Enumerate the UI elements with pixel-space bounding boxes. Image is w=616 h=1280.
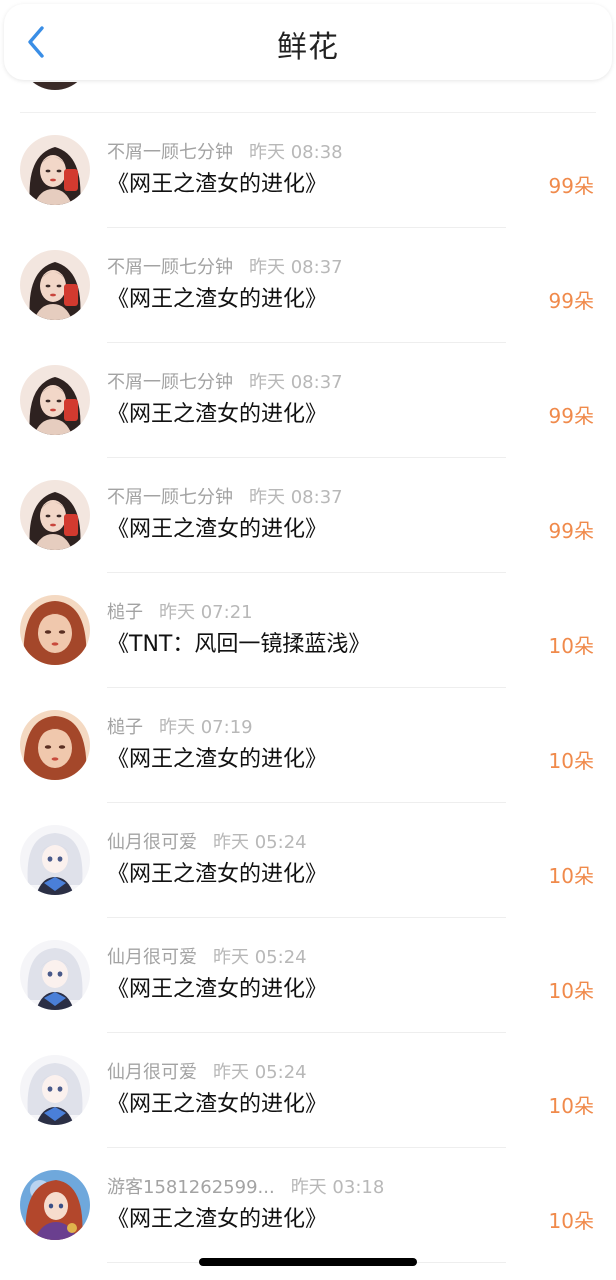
username: 槌子 bbox=[107, 717, 143, 738]
record-meta: 不屑一顾七分钟 昨天 08:37 bbox=[107, 371, 343, 395]
home-indicator bbox=[199, 1258, 417, 1266]
partial-list-item bbox=[0, 82, 616, 113]
list-item[interactable]: 不屑一顾七分钟 昨天 08:37 《网王之渣女的进化》 99朵 bbox=[0, 458, 616, 573]
list-item[interactable]: 槌子 昨天 07:21 《TNT：风回一镜揉蓝浅》 10朵 bbox=[0, 573, 616, 688]
username: 仙月很可爱 bbox=[107, 832, 197, 853]
username: 不屑一顾七分钟 bbox=[107, 142, 233, 163]
avatar[interactable] bbox=[20, 365, 90, 435]
record-meta: 槌子 昨天 07:21 bbox=[107, 601, 253, 625]
username: 不屑一顾七分钟 bbox=[107, 487, 233, 508]
book-title: 《网王之渣女的进化》 bbox=[107, 862, 328, 887]
flower-count: 10朵 bbox=[548, 1094, 594, 1118]
record-meta: 不屑一顾七分钟 昨天 08:38 bbox=[107, 141, 343, 165]
flower-count: 10朵 bbox=[548, 1209, 594, 1233]
book-title: 《网王之渣女的进化》 bbox=[107, 747, 328, 772]
timestamp: 昨天 08:37 bbox=[249, 257, 343, 278]
list-item[interactable]: 槌子 昨天 07:19 《网王之渣女的进化》 10朵 bbox=[0, 688, 616, 803]
records-list[interactable]: 不屑一顾七分钟 昨天 08:38 《网王之渣女的进化》 99朵 不屑一顾七分钟 昨天 08… bbox=[0, 82, 616, 1280]
timestamp: 昨天 05:24 bbox=[213, 947, 307, 968]
record-meta: 槌子 昨天 07:19 bbox=[107, 716, 253, 740]
timestamp: 昨天 05:24 bbox=[213, 832, 307, 853]
timestamp: 昨天 08:37 bbox=[249, 372, 343, 393]
record-meta: 游客1581262599... 昨天 03:18 bbox=[107, 1176, 384, 1200]
username: 不屑一顾七分钟 bbox=[107, 372, 233, 393]
flower-count: 99朵 bbox=[548, 404, 594, 428]
book-title: 《网王之渣女的进化》 bbox=[107, 517, 328, 542]
record-meta: 仙月很可爱 昨天 05:24 bbox=[107, 1061, 307, 1085]
avatar[interactable] bbox=[20, 1055, 90, 1125]
username: 槌子 bbox=[107, 602, 143, 623]
book-title: 《网王之渣女的进化》 bbox=[107, 1092, 328, 1117]
timestamp: 昨天 08:38 bbox=[249, 142, 343, 163]
timestamp: 昨天 07:19 bbox=[159, 717, 253, 738]
record-meta: 仙月很可爱 昨天 05:24 bbox=[107, 831, 307, 855]
avatar[interactable] bbox=[20, 480, 90, 550]
nav-header: 鲜花 bbox=[4, 4, 612, 80]
flower-count: 99朵 bbox=[548, 289, 594, 313]
flower-count: 10朵 bbox=[548, 634, 594, 658]
avatar[interactable] bbox=[20, 135, 90, 205]
flower-count: 99朵 bbox=[548, 519, 594, 543]
flower-count: 99朵 bbox=[548, 174, 594, 198]
page-title: 鲜花 bbox=[277, 30, 339, 65]
list-item[interactable]: 不屑一顾七分钟 昨天 08:37 《网王之渣女的进化》 99朵 bbox=[0, 228, 616, 343]
avatar[interactable] bbox=[20, 250, 90, 320]
list-item[interactable]: 不屑一顾七分钟 昨天 08:38 《网王之渣女的进化》 99朵 bbox=[0, 113, 616, 228]
username: 仙月很可爱 bbox=[107, 1062, 197, 1083]
book-title: 《网王之渣女的进化》 bbox=[107, 977, 328, 1002]
timestamp: 昨天 03:18 bbox=[290, 1177, 385, 1198]
book-title: 《网王之渣女的进化》 bbox=[107, 402, 328, 427]
record-meta: 不屑一顾七分钟 昨天 08:37 bbox=[107, 256, 343, 280]
list-item[interactable]: 仙月很可爱 昨天 05:24 《网王之渣女的进化》 10朵 bbox=[0, 918, 616, 1033]
flower-count: 10朵 bbox=[548, 979, 594, 1003]
avatar[interactable] bbox=[20, 825, 90, 895]
gift-records-page: 鲜花 不屑一顾七分钟 昨天 08:38 《网王之渣女的进化》 99朵 不屑一顾七分钟 昨天… bbox=[0, 0, 616, 1280]
avatar[interactable] bbox=[20, 1170, 90, 1240]
avatar[interactable] bbox=[20, 595, 90, 665]
timestamp: 昨天 08:37 bbox=[249, 487, 343, 508]
book-title: 《网王之渣女的进化》 bbox=[107, 287, 328, 312]
list-item[interactable]: 游客1581262599... 昨天 03:18 《网王之渣女的进化》 10朵 bbox=[0, 1148, 616, 1263]
list-item[interactable]: 不屑一顾七分钟 昨天 08:37 《网王之渣女的进化》 99朵 bbox=[0, 343, 616, 458]
record-meta: 不屑一顾七分钟 昨天 08:37 bbox=[107, 486, 343, 510]
flower-count: 10朵 bbox=[548, 749, 594, 773]
avatar bbox=[20, 82, 90, 90]
book-title: 《网王之渣女的进化》 bbox=[107, 172, 328, 197]
book-title: 《网王之渣女的进化》 bbox=[107, 1207, 328, 1232]
book-title: 《TNT：风回一镜揉蓝浅》 bbox=[107, 632, 371, 657]
avatar[interactable] bbox=[20, 940, 90, 1010]
timestamp: 昨天 05:24 bbox=[213, 1062, 307, 1083]
username: 仙月很可爱 bbox=[107, 947, 197, 968]
timestamp: 昨天 07:21 bbox=[159, 602, 253, 623]
username: 游客1581262599... bbox=[107, 1177, 275, 1198]
list-item[interactable]: 仙月很可爱 昨天 05:24 《网王之渣女的进化》 10朵 bbox=[0, 1033, 616, 1148]
username: 不屑一顾七分钟 bbox=[107, 257, 233, 278]
list-item[interactable]: 仙月很可爱 昨天 05:24 《网王之渣女的进化》 10朵 bbox=[0, 803, 616, 918]
flower-count: 10朵 bbox=[548, 864, 594, 888]
record-meta: 仙月很可爱 昨天 05:24 bbox=[107, 946, 307, 970]
avatar[interactable] bbox=[20, 710, 90, 780]
